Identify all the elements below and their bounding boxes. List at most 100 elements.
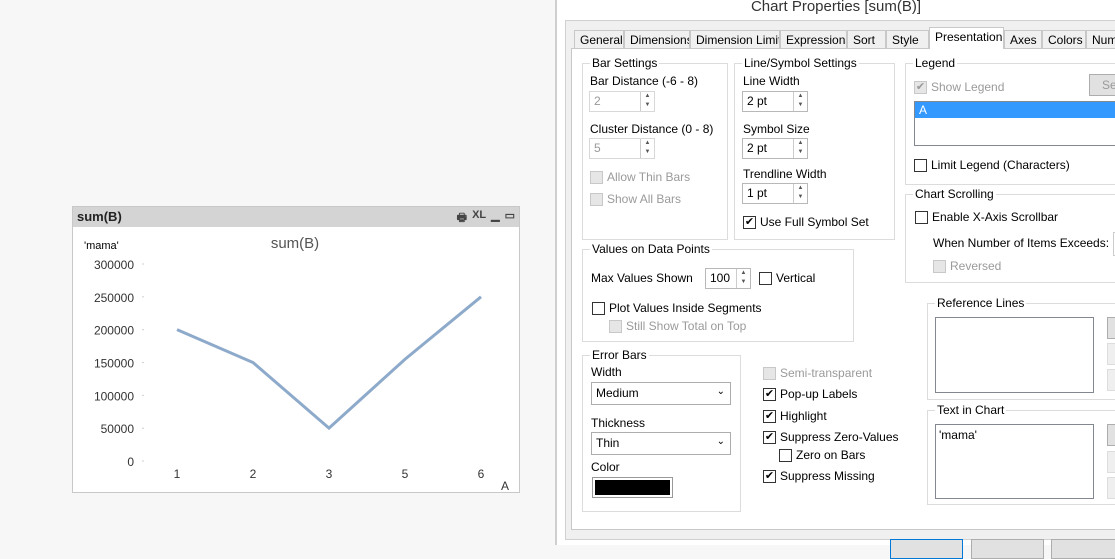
items-exceeds-label: When Number of Items Exceeds: (933, 236, 1110, 250)
plot-inside-segments-checkbox[interactable]: Plot Values Inside Segments (592, 301, 762, 315)
y-tick-mark (142, 460, 144, 462)
side-button[interactable] (1107, 343, 1115, 365)
tab-numb[interactable]: Numb (1086, 30, 1115, 48)
checkbox-icon[interactable] (759, 271, 772, 285)
y-tick-label: 300000 (94, 258, 134, 272)
show-all-bars-checkbox-label: Show All Bars (607, 192, 682, 206)
checkbox-icon[interactable] (590, 192, 603, 206)
line-width-input[interactable]: 2 pt ▲ ▼ (742, 91, 808, 112)
tab-general[interactable]: General (574, 30, 624, 48)
show-legend-checkbox-label: Show Legend (931, 80, 1005, 94)
text-in-chart-item[interactable]: 'mama' (939, 428, 1090, 442)
reference-lines-list[interactable] (935, 317, 1094, 393)
print-icon[interactable]: 🖶 (457, 209, 467, 228)
reversed-checkbox[interactable]: Reversed (933, 259, 1001, 273)
checkbox-checked-icon[interactable]: ✔ (914, 80, 927, 94)
minimize-icon[interactable]: ▁ (491, 209, 499, 228)
error-width-select-value: Medium (596, 386, 639, 400)
legend-list[interactable]: A (914, 101, 1115, 146)
checkbox-checked-icon[interactable]: ✔ (763, 430, 776, 444)
highlight-checkbox[interactable]: ✔ Highlight (763, 409, 827, 423)
spin-arrows-icon[interactable]: ▲ ▼ (736, 269, 750, 288)
color-swatch (595, 480, 670, 495)
series-line (176, 295, 482, 431)
error-width-select[interactable]: Medium ⌄ (591, 382, 731, 405)
chart-scrolling-group-title: Chart Scrolling (913, 187, 996, 201)
enable-x-scrollbar-checkbox[interactable]: Enable X-Axis Scrollbar (915, 210, 1058, 224)
suppress-missing-checkbox[interactable]: ✔ Suppress Missing (763, 469, 875, 483)
checkbox-checked-icon[interactable]: ✔ (763, 469, 776, 483)
checkbox-checked-icon[interactable]: ✔ (763, 387, 776, 401)
text-in-chart-group-title: Text in Chart (935, 403, 1007, 417)
reversed-checkbox-label: Reversed (950, 259, 1002, 273)
x-tick-label: 5 (402, 467, 409, 481)
popup-labels-checkbox[interactable]: ✔ Pop-up Labels (763, 387, 857, 401)
dialog-button[interactable] (890, 539, 963, 559)
allow-thin-bars-checkbox-label: Allow Thin Bars (607, 170, 691, 184)
text-in-chart-list[interactable]: 'mama' (935, 424, 1094, 499)
cluster-distance-input[interactable]: 5 ▲ ▼ (589, 138, 655, 159)
tab-dimensions[interactable]: Dimensions (624, 30, 690, 48)
error-color-button[interactable] (592, 477, 673, 498)
thickness-select[interactable]: Thin ⌄ (591, 432, 731, 455)
show-legend-checkbox[interactable]: ✔ Show Legend (914, 80, 1004, 94)
checkbox-checked-icon[interactable]: ✔ (763, 409, 776, 423)
y-tick-mark (142, 296, 144, 298)
symbol-size-input[interactable]: 2 pt ▲ ▼ (742, 138, 808, 159)
values-on-data-points-group-title: Values on Data Points (590, 242, 712, 256)
zero-on-bars-checkbox-label: Zero on Bars (796, 448, 866, 462)
semi-transparent-checkbox[interactable]: Semi-transparent (763, 366, 872, 380)
chart-caption[interactable]: sum(B) 🖶 XL ▁ ▭ (73, 207, 519, 227)
checkbox-icon[interactable] (933, 259, 946, 273)
error-width-label: Width (591, 365, 622, 379)
checkbox-checked-icon[interactable]: ✔ (743, 215, 756, 229)
side-button[interactable] (1107, 317, 1115, 339)
bar-distance-input[interactable]: 2 ▲ ▼ (589, 91, 655, 112)
checkbox-icon[interactable] (592, 301, 605, 315)
chart-object[interactable]: sum(B) 🖶 XL ▁ ▭ sum(B) 'mama' 0 50000 100000… (72, 206, 520, 493)
dialog-button[interactable] (971, 539, 1044, 559)
dialog-button[interactable] (1051, 539, 1115, 559)
maximize-icon[interactable]: ▭ (505, 209, 515, 228)
side-button[interactable] (1107, 369, 1115, 391)
use-full-symbol-set-checkbox[interactable]: ✔ Use Full Symbol Set (743, 215, 869, 229)
tab-presentation[interactable]: Presentation (929, 27, 1004, 49)
show-all-bars-checkbox[interactable]: Show All Bars (590, 192, 681, 206)
tab-axes[interactable]: Axes (1004, 30, 1042, 48)
checkbox-icon[interactable] (779, 448, 792, 462)
checkbox-icon[interactable] (914, 158, 927, 172)
suppress-zero-checkbox[interactable]: ✔ Suppress Zero-Values (763, 430, 899, 444)
legend-list-item[interactable]: A (915, 102, 1115, 118)
spin-arrows-icon[interactable]: ▲ ▼ (640, 92, 654, 111)
xl-icon[interactable]: XL (472, 209, 486, 228)
tab-style[interactable]: Style (886, 30, 929, 48)
x-tick-label: 3 (326, 467, 333, 481)
checkbox-icon[interactable] (763, 366, 776, 380)
vertical-checkbox[interactable]: Vertical (759, 271, 815, 285)
x-tick-label: 2 (250, 467, 257, 481)
zero-on-bars-checkbox[interactable]: Zero on Bars (779, 448, 865, 462)
spin-arrows-icon[interactable]: ▲ ▼ (793, 184, 807, 203)
trendline-width-input[interactable]: 1 pt ▲ ▼ (742, 183, 808, 204)
max-values-input-value: 100 (710, 271, 731, 285)
allow-thin-bars-checkbox[interactable]: Allow Thin Bars (590, 170, 690, 184)
tab-colors[interactable]: Colors (1042, 30, 1086, 48)
spin-arrows-icon[interactable]: ▲ ▼ (640, 139, 654, 158)
side-button[interactable] (1107, 477, 1115, 499)
max-values-input[interactable]: 100 ▲ ▼ (705, 268, 751, 289)
limit-legend-checkbox[interactable]: Limit Legend (Characters) (914, 158, 1070, 172)
checkbox-icon[interactable] (609, 319, 622, 333)
spin-arrows-icon[interactable]: ▲ ▼ (793, 139, 807, 158)
legend-settings-button[interactable]: Set (1089, 74, 1115, 96)
checkbox-icon[interactable] (590, 170, 603, 184)
side-button[interactable] (1107, 424, 1115, 446)
side-button[interactable] (1107, 451, 1115, 473)
tab-dimension-limits[interactable]: Dimension Limits (690, 30, 780, 48)
spin-arrows-icon[interactable]: ▲ ▼ (793, 92, 807, 111)
tab-sort[interactable]: Sort (847, 30, 886, 48)
chart-title: sum(B) (271, 235, 319, 252)
still-show-total-checkbox[interactable]: Still Show Total on Top (609, 319, 746, 333)
checkbox-icon[interactable] (915, 210, 928, 224)
tab-expressions[interactable]: Expressions (780, 30, 847, 48)
still-show-total-checkbox-label: Still Show Total on Top (626, 319, 747, 333)
